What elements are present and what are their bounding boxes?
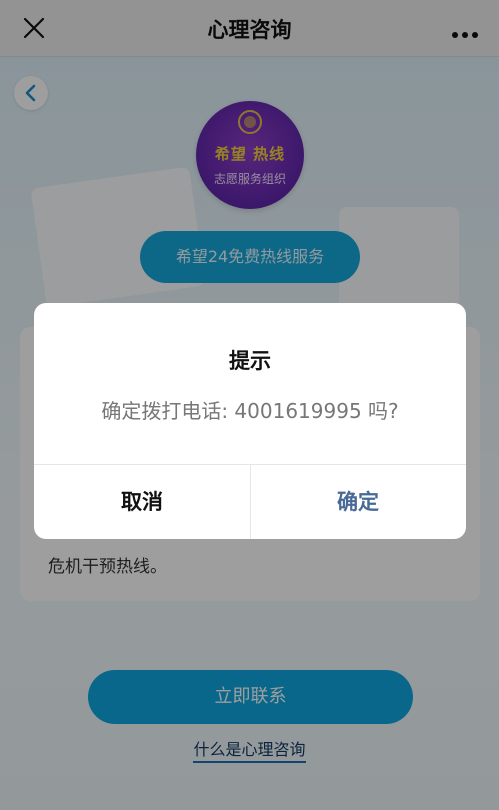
dialog-title: 提示 xyxy=(229,349,271,373)
confirm-button[interactable]: 确定 xyxy=(250,465,466,539)
cancel-button[interactable]: 取消 xyxy=(34,465,251,539)
dialog-actions: 取消 确定 xyxy=(34,464,466,539)
dialog-message: 确定拨打电话: 4001619995 吗? xyxy=(101,399,399,423)
confirm-call-dialog: 提示 确定拨打电话: 4001619995 吗? 取消 确定 xyxy=(34,303,466,539)
